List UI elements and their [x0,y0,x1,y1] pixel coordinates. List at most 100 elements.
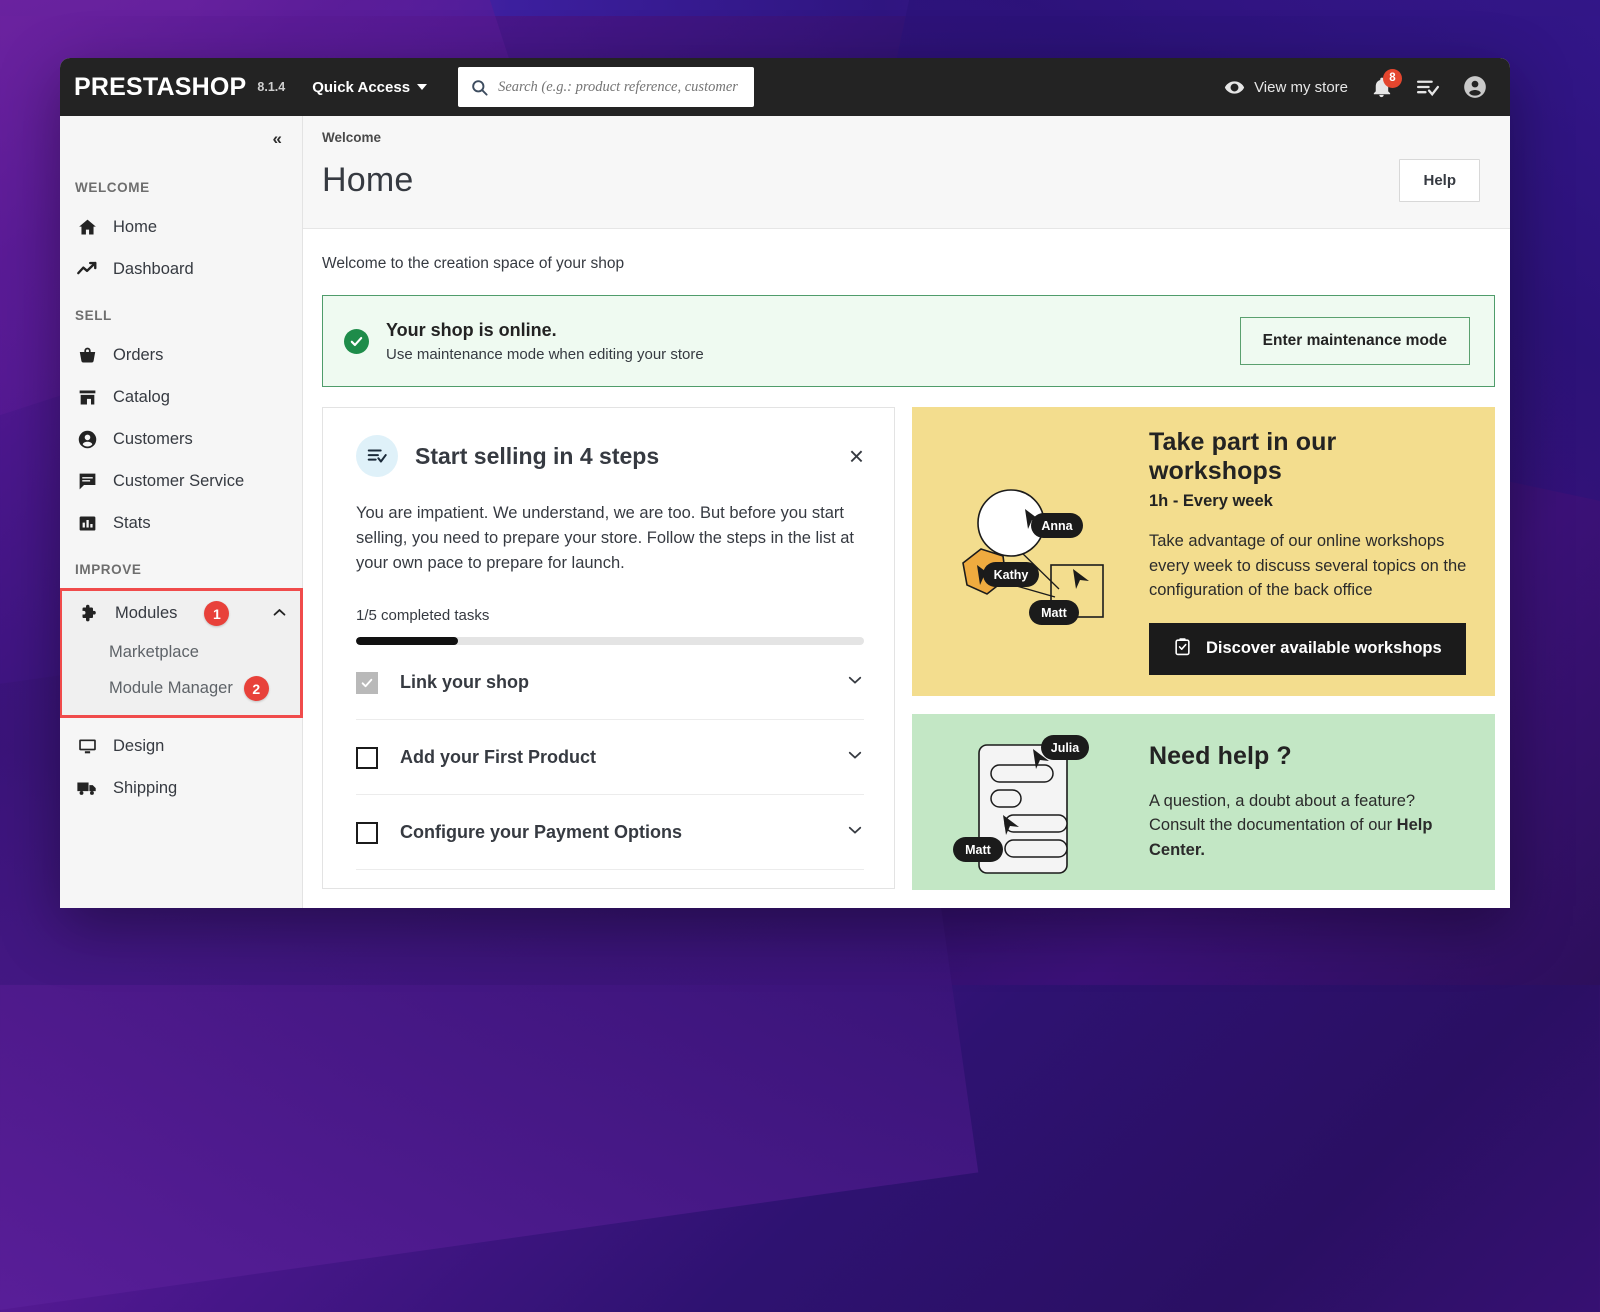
trending-up-icon [76,258,98,280]
task-row[interactable]: Link your shop [356,645,864,721]
sidebar-item-customer-service[interactable]: Customer Service [60,460,302,502]
sidebar-subitem-module-manager[interactable]: Module Manager 2 [62,669,300,715]
chevron-down-icon [417,84,428,90]
task-label: Configure your Payment Options [400,822,683,843]
onboarding-card: Start selling in 4 steps × You are impat… [322,407,895,889]
sidebar-collapse-row: « [60,116,302,162]
checkbox-unchecked-icon[interactable] [356,821,378,844]
sidebar-item-catalog[interactable]: Catalog [60,376,302,418]
sidebar-section-sell-title: SELL [75,308,112,323]
workshops-card: Anna Kathy Matt Take part in our worksho… [912,407,1495,696]
svg-text:Kathy: Kathy [993,568,1028,582]
sidebar-item-catalog-label: Catalog [113,387,170,406]
checkbox-checked-icon[interactable] [356,671,378,694]
sidebar-item-orders-label: Orders [113,345,164,364]
notifications-button[interactable]: 8 [1370,68,1402,99]
enter-maintenance-mode-button[interactable]: Enter maintenance mode [1239,317,1470,365]
promos-column: Anna Kathy Matt Take part in our worksho… [912,407,1495,890]
need-help-illustration: Julia Matt [930,727,1135,877]
close-icon[interactable]: × [849,443,864,469]
search-input[interactable] [498,78,743,96]
need-help-body: Need help ? A question, a doubt about a … [1149,742,1469,862]
onboarding-progress-label: 1/5 completed tasks [356,607,490,625]
sidebar-item-orders[interactable]: Orders [60,334,302,376]
search-icon [470,78,489,97]
chevron-down-icon[interactable] [846,671,864,694]
sidebar-item-home-label: Home [113,217,158,236]
sidebar-item-design[interactable]: Design [60,725,302,767]
chevron-down-icon[interactable] [846,746,864,769]
store-icon [76,386,98,408]
chevron-up-icon[interactable] [271,604,288,624]
notification-badge: 8 [1383,68,1402,88]
onboarding-description: You are impatient. We understand, we are… [356,504,855,573]
need-help-text: A question, a doubt about a feature? Con… [1149,791,1416,835]
collapse-sidebar-icon[interactable]: « [273,129,283,149]
sidebar-item-dashboard[interactable]: Dashboard [60,248,302,290]
task-label: Link your shop [400,672,530,693]
clipboard-check-icon [1173,637,1192,661]
prestashop-logo[interactable]: PRESTASHOP [74,74,246,100]
app-window: PRESTASHOP 8.1.4 Quick Access Search (e.… [60,58,1510,908]
svg-text:Matt: Matt [965,843,992,857]
task-row[interactable]: Add your First Product [356,720,864,796]
tasks-checklist-icon [1415,75,1440,100]
breadcrumb[interactable]: Welcome [322,130,1480,145]
sidebar-subitem-marketplace-label: Marketplace [109,643,199,661]
need-help-title: Need help ? [1149,741,1292,770]
puzzle-icon [78,603,100,625]
chat-icon [76,470,98,492]
account-button[interactable] [1462,74,1488,100]
check-circle-icon [344,328,369,354]
search-box[interactable] [458,67,755,107]
svg-text:Julia: Julia [1050,741,1080,755]
navbar-right-group: View my store 8 [1224,68,1488,100]
need-help-card: Julia Matt Need help ? A question, a dou… [912,714,1495,890]
sidebar-item-shipping-label: Shipping [113,778,178,797]
person-circle-icon [76,428,98,450]
sidebar-item-customers[interactable]: Customers [60,418,302,460]
top-navbar: PRESTASHOP 8.1.4 Quick Access Search (e.… [60,58,1510,116]
checkbox-unchecked-icon[interactable] [356,746,378,769]
sidebar-subitem-module-manager-label: Module Manager [109,679,233,697]
help-button[interactable]: Help [1399,159,1480,202]
account-circle-icon [1462,74,1488,100]
onboarding-progress-fill [356,637,458,646]
bar-chart-icon [76,512,98,534]
main-content: Welcome Home Help Welcome to the creatio… [303,116,1510,908]
task-row[interactable]: Configure your Payment Options [356,795,864,871]
view-my-store-label: View my store [1254,78,1348,96]
module-manager-step-badge-2: 2 [243,676,269,701]
workshops-description: Take advantage of our online workshops e… [1149,532,1467,600]
sidebar-item-home[interactable]: Home [60,206,302,248]
workshops-illustration: Anna Kathy Matt [930,457,1135,647]
sidebar-item-stats[interactable]: Stats [60,502,302,544]
eye-icon [1224,77,1245,98]
sidebar-item-stats-label: Stats [113,513,151,532]
page-title: Home [322,161,414,199]
sidebar-section-improve-title: IMPROVE [75,562,142,577]
quick-access-menu[interactable]: Quick Access [312,78,428,96]
modules-step-badge-1: 1 [204,601,230,626]
shop-online-title: Your shop is online. [386,319,557,340]
view-my-store-link[interactable]: View my store [1224,77,1348,98]
need-help-description: A question, a doubt about a feature? Con… [1149,789,1469,862]
truck-icon [76,777,98,799]
shop-online-alert: Your shop is online. Use maintenance mod… [322,295,1495,387]
sidebar-subitem-marketplace[interactable]: Marketplace [62,636,300,669]
workshops-subtitle: 1h - Every week [1149,492,1273,511]
quick-access-label: Quick Access [312,78,411,96]
sidebar-section-welcome-title: WELCOME [75,180,150,195]
onboarding-progress-bar [356,637,864,646]
sidebar-item-modules[interactable]: Modules 1 [62,591,300,636]
tasks-checklist-button[interactable] [1415,75,1440,100]
checklist-icon [356,435,398,477]
chevron-down-icon[interactable] [846,821,864,844]
page-header: Welcome Home Help [303,116,1510,229]
sidebar-item-customers-label: Customers [113,429,193,448]
sidebar-item-shipping[interactable]: Shipping [60,767,302,809]
wallpaper-top-stripe [0,0,1600,16]
workshops-title: Take part in our workshops [1149,428,1337,486]
modules-highlight-group: Modules 1 Marketplace Module Manager 2 [60,588,303,718]
discover-workshops-button[interactable]: Discover available workshops [1149,622,1466,675]
